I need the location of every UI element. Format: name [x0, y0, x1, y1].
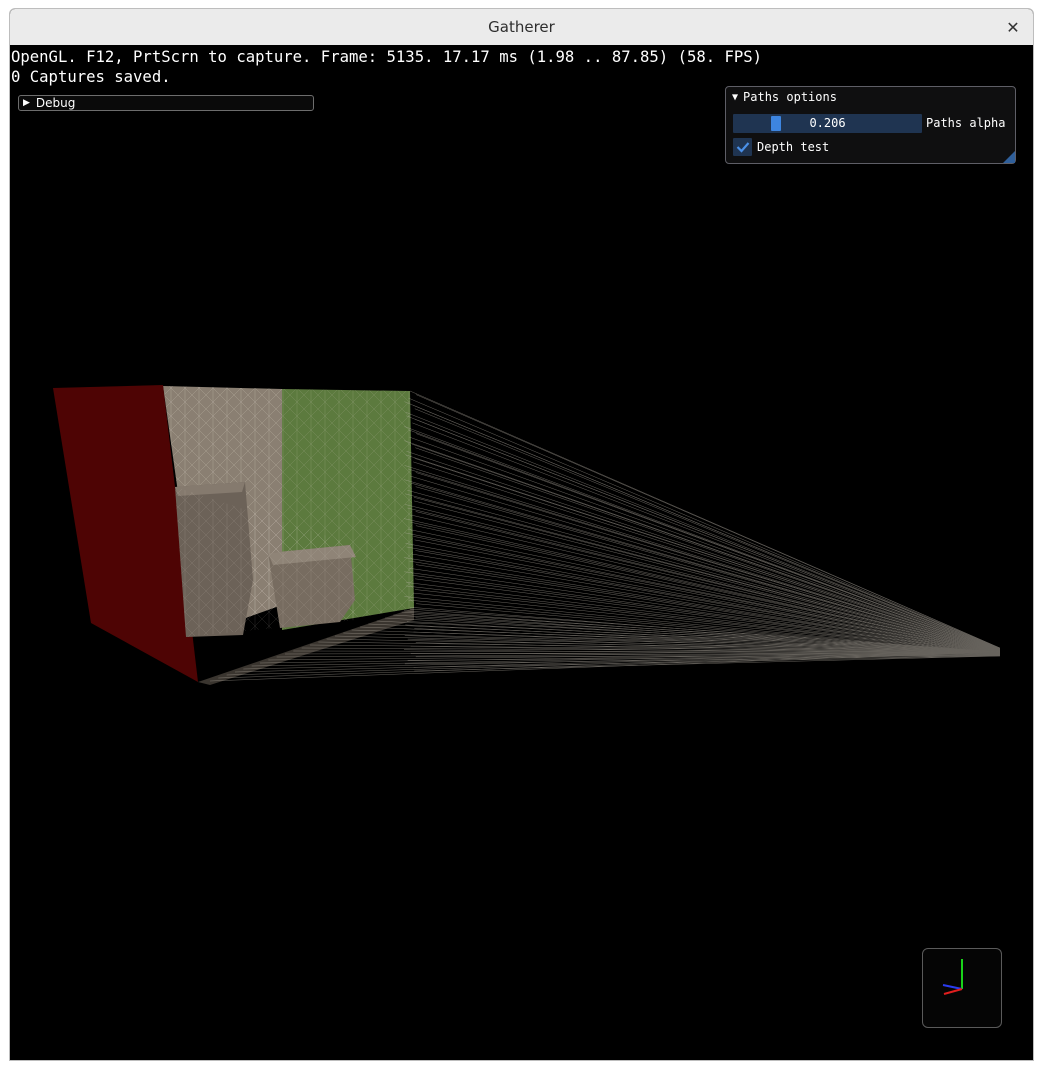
slider-value: 0.206 [809, 116, 846, 130]
scene-render [53, 385, 1001, 685]
slider-label: Paths alpha [926, 116, 1006, 130]
paths-options-panel: ▼ Paths options 0.206 Paths alpha Depth … [725, 86, 1016, 164]
depth-test-label: Depth test [757, 140, 830, 154]
close-icon[interactable]: ✕ [1003, 17, 1023, 37]
path-ray [403, 479, 1001, 651]
debug-label: Debug [35, 96, 76, 110]
path-ray [218, 651, 1001, 679]
window-title: Gatherer [488, 18, 555, 36]
resize-grip-icon[interactable] [1003, 151, 1015, 163]
path-ray [404, 465, 1001, 651]
path-ray [412, 404, 1001, 649]
axis-gizmo-icon[interactable] [922, 948, 1002, 1028]
depth-test-checkbox[interactable] [733, 138, 752, 156]
panel-header[interactable]: ▼ Paths options [726, 87, 1015, 107]
app-window: Gatherer ✕ OpenGL. F12, PrtScrn to captu… [9, 8, 1034, 1061]
expand-arrow-icon: ▶ [23, 98, 30, 108]
path-ray [415, 394, 1001, 649]
path-ray [334, 635, 1001, 653]
path-ray [406, 582, 1001, 654]
collapse-arrow-icon: ▼ [732, 91, 739, 103]
panel-title: Paths options [743, 90, 837, 104]
paths-alpha-slider[interactable]: 0.206 [733, 114, 922, 133]
title-bar: Gatherer ✕ [10, 9, 1033, 46]
path-ray [415, 433, 1001, 650]
status-line: OpenGL. F12, PrtScrn to capture. Frame: … [11, 48, 763, 66]
path-ray [415, 486, 1001, 651]
path-ray [404, 571, 1001, 654]
path-ray [226, 651, 1001, 676]
debug-collapsible[interactable]: ▶ Debug [18, 95, 314, 111]
path-ray [405, 493, 1001, 652]
path-ray [234, 651, 1001, 673]
gl-viewport[interactable]: OpenGL. F12, PrtScrn to capture. Frame: … [10, 45, 1033, 1060]
captures-line: 0 Captures saved. [11, 68, 171, 86]
checkmark-icon [736, 142, 749, 153]
path-ray [411, 553, 1001, 653]
